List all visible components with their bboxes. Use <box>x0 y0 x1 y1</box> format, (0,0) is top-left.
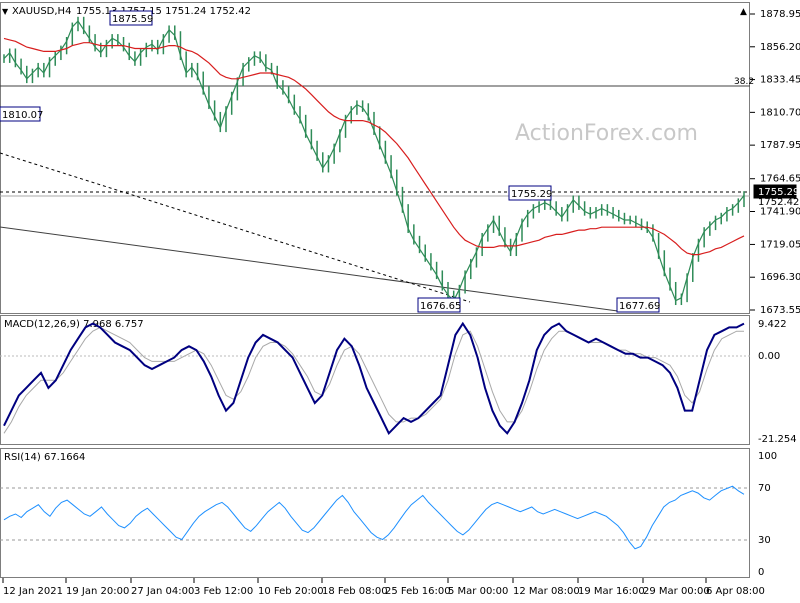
trendline-solid <box>0 226 626 313</box>
trendline-dashed <box>0 152 471 303</box>
watermark: ActionForex.com <box>515 121 698 146</box>
rsi-title: RSI(14) 67.1664 <box>4 452 85 463</box>
time-tick-label: 5 Mar 00:00 <box>448 586 508 597</box>
ohlc-label: 1755.13 1757.15 1751.24 1752.42 <box>76 6 251 17</box>
tag-1875: 1875.59 <box>109 10 153 26</box>
rsi-tick-0: 0 <box>758 567 764 578</box>
tag-1676-label: 1676.65 <box>420 301 461 312</box>
tag-1676: 1676.65 <box>417 297 461 313</box>
time-tick-label: 19 Jan 20:00 <box>66 586 129 597</box>
price-tick-label: 1833.45 <box>760 75 800 86</box>
time-tick-label: 27 Jan 04:00 <box>131 586 194 597</box>
price-tick-label: 1673.55 <box>760 305 800 316</box>
ema-line <box>3 37 745 256</box>
time-tick-label: 12 Mar 08:00 <box>513 586 580 597</box>
time-axis: 12 Jan 2021 19 Jan 20:00 27 Jan 04:00 3 Feb… <box>2 578 765 597</box>
time-tick-label: 6 Apr 08:00 <box>706 586 765 597</box>
price-tick-label: 1878.95 <box>760 9 800 20</box>
macd-tick-top: 9.422 <box>758 319 787 330</box>
price-tick-label: 1719.05 <box>760 239 800 250</box>
time-tick-label: 29 Mar 00:00 <box>643 586 710 597</box>
dropdown-icon[interactable]: ▼ <box>2 7 9 16</box>
time-tick-label: 19 Mar 16:00 <box>578 586 645 597</box>
price-tick-label: 1810.70 <box>760 107 800 118</box>
price-line <box>3 20 745 302</box>
macd-pane <box>0 315 750 445</box>
rsi-line <box>3 485 745 550</box>
rsi-tick-30: 30 <box>758 535 771 546</box>
macd-title: MACD(12,26,9) 7.968 6.757 <box>4 319 144 330</box>
price-tick-label: 1787.95 <box>760 140 800 151</box>
tag-1677: 1677.69 <box>616 297 660 313</box>
price-bars <box>3 16 745 306</box>
scroll-up-icon[interactable]: ▲ <box>740 7 747 17</box>
time-tick-label: 12 Jan 2021 <box>3 586 63 597</box>
tag-1677-label: 1677.69 <box>619 301 660 312</box>
price-tick-label: 1764.65 <box>760 174 800 185</box>
symbol-label: XAUUSD,H4 <box>12 6 71 17</box>
price-axis: 1878.95 1856.20 1833.45 1810.70 1787.95 1764.… <box>750 9 800 316</box>
rsi-pane <box>0 448 750 578</box>
macd-line <box>3 321 745 436</box>
macd-tick-zero: 0.00 <box>758 351 780 362</box>
time-tick-label: 3 Feb 12:00 <box>194 586 253 597</box>
tag-1810-label: 1810.07 <box>2 110 43 121</box>
price-tick-label: 1741.90 <box>760 207 800 218</box>
chart-svg: ActionForex.com ▼ XAUUSD,H4 1755.13 1757… <box>0 2 800 597</box>
tag-1810: 1810.07 <box>0 106 43 122</box>
macd-tick-bottom: -21.254 <box>758 434 797 445</box>
tag-1755-label: 1755.29 <box>511 189 552 200</box>
price-tick-label: 1856.20 <box>760 42 800 53</box>
price-tick-label: 1696.30 <box>760 272 800 283</box>
tag-1875-label: 1875.59 <box>112 14 153 25</box>
time-tick-label: 10 Feb 20:00 <box>258 586 324 597</box>
price-pane <box>0 2 750 314</box>
rsi-tick-70: 70 <box>758 483 771 494</box>
fib-38-label: 38.2 <box>734 77 754 87</box>
time-tick-label: 25 Feb 16:00 <box>385 586 451 597</box>
tag-1755: 1755.29 <box>508 185 552 201</box>
chart-area[interactable]: ActionForex.com ▼ XAUUSD,H4 1755.13 1757… <box>0 0 800 600</box>
rsi-tick-100: 100 <box>758 451 777 462</box>
time-tick-label: 18 Feb 08:00 <box>322 586 388 597</box>
current-close-value: 1752.42 <box>758 197 799 208</box>
